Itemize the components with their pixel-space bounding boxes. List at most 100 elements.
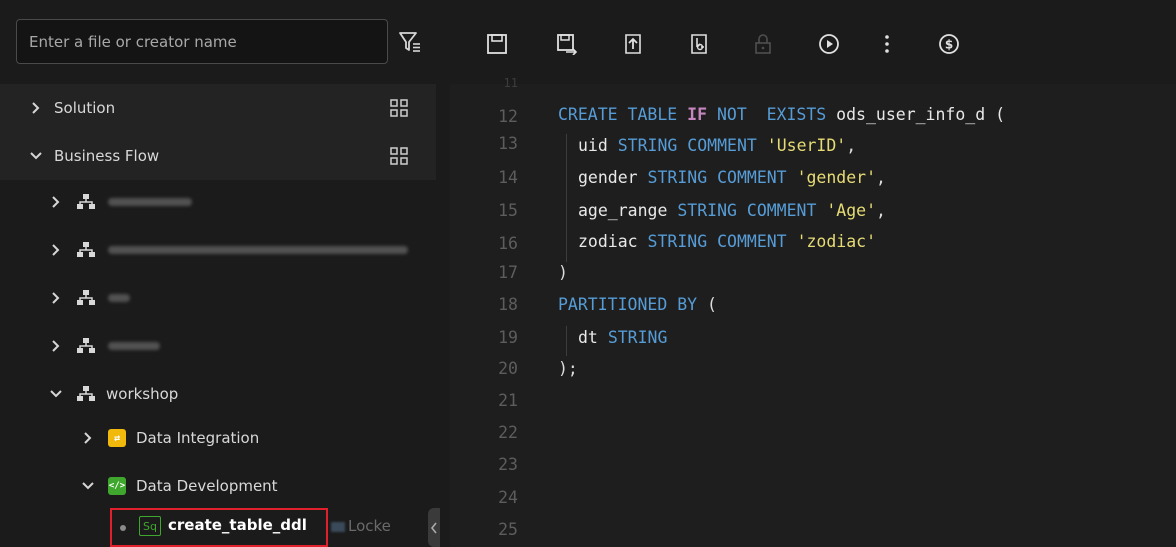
lock-owner-avatar: [331, 522, 345, 532]
line-number: 11: [503, 76, 518, 90]
more-options-icon[interactable]: [876, 33, 898, 55]
code-line: PARTITIONED BY (: [558, 295, 717, 314]
submit-icon[interactable]: [622, 33, 644, 55]
tree-item-flow[interactable]: [0, 178, 436, 226]
save-icon[interactable]: [486, 33, 508, 55]
search-row: [0, 0, 436, 84]
workflow-icon: [77, 242, 95, 257]
blurred-label: [108, 342, 160, 350]
grid-view-icon[interactable]: [389, 98, 409, 118]
keyword: PARTITIONED BY: [558, 295, 708, 314]
tree-item-workshop[interactable]: workshop: [0, 370, 436, 418]
section-label: Business Flow: [54, 147, 160, 165]
chevron-right-icon: [32, 102, 40, 114]
indent-guide: [566, 326, 567, 356]
string-literal: 'zodiac': [796, 232, 877, 251]
node-label: Data Integration: [136, 429, 260, 447]
run-icon[interactable]: [818, 33, 840, 55]
chevron-down-icon: [30, 152, 42, 160]
chevron-down-icon: [50, 390, 62, 398]
chevron-right-icon: [52, 244, 60, 256]
punctuation: );: [558, 359, 578, 378]
workflow-icon: [77, 338, 95, 353]
keyword: STRING COMMENT: [617, 136, 767, 155]
section-label: Solution: [54, 99, 116, 117]
code-line: gender STRING COMMENT 'gender',: [578, 168, 886, 187]
code-area[interactable]: 11 12 13 14 15 16 17 18 19 20 21 22 23 2…: [450, 76, 1176, 547]
line-number: 24: [498, 488, 518, 507]
punctuation: (: [707, 295, 717, 314]
collapse-sidebar-handle[interactable]: [428, 508, 440, 547]
chevron-right-icon: [52, 196, 60, 208]
tree-section-business-flow[interactable]: Business Flow: [0, 132, 436, 180]
keyword: STRING COMMENT: [647, 168, 797, 187]
string-literal: 'Age': [826, 201, 877, 220]
svg-text:$: $: [945, 38, 953, 52]
tree-item-data-development[interactable]: </> Data Development: [0, 462, 436, 510]
string-literal: 'gender': [796, 168, 877, 187]
lock-status-text: Locke: [348, 517, 391, 535]
node-label: Data Development: [136, 477, 278, 495]
code-line: age_range STRING COMMENT 'Age',: [578, 201, 886, 220]
identifier: zodiac: [578, 232, 648, 251]
line-number: 12: [498, 107, 518, 126]
chevron-right-icon: [52, 292, 60, 304]
grid-view-icon[interactable]: [389, 146, 409, 166]
chevron-right-icon: [84, 432, 92, 444]
file-tree-panel: Solution Business Flow: [0, 0, 440, 547]
line-number: 18: [498, 295, 518, 314]
search-input[interactable]: [17, 20, 357, 63]
identifier: gender: [578, 168, 648, 187]
line-number: 21: [498, 391, 518, 410]
keyword: IF: [687, 105, 708, 124]
punctuation: ,: [876, 168, 886, 187]
keyword: CREATE TABLE: [558, 105, 688, 124]
tree-item-flow[interactable]: [0, 226, 436, 274]
tree-item-flow[interactable]: [0, 322, 436, 370]
blurred-label: [108, 246, 408, 254]
identifier: age_range: [578, 201, 678, 220]
workflow-icon: [77, 290, 95, 305]
chevron-left-icon: [430, 522, 437, 533]
data-integration-icon: ⇄: [108, 429, 126, 447]
cost-estimate-icon[interactable]: $: [938, 33, 960, 55]
tree-item-flow[interactable]: [0, 274, 436, 322]
line-number: 13: [498, 134, 518, 153]
tree-section-solution[interactable]: Solution: [0, 84, 436, 132]
workflow-icon: [77, 386, 95, 401]
punctuation: ): [558, 263, 568, 282]
line-number: 22: [498, 423, 518, 442]
code-line: zodiac STRING COMMENT 'zodiac': [578, 232, 876, 251]
filter-icon[interactable]: [398, 30, 422, 54]
keyword: NOT EXISTS: [707, 105, 837, 124]
tree-item-data-integration[interactable]: ⇄ Data Integration: [0, 414, 436, 462]
keyword: STRING COMMENT: [677, 201, 827, 220]
save-as-icon[interactable]: [556, 33, 578, 55]
search-box[interactable]: [16, 19, 388, 64]
string-literal: 'UserID': [766, 136, 847, 155]
line-number: 25: [498, 520, 518, 539]
workshop-label: workshop: [106, 385, 179, 403]
deploy-icon[interactable]: [688, 33, 710, 55]
line-number: 15: [498, 201, 518, 220]
chevron-down-icon: [82, 482, 94, 490]
line-number: 16: [498, 234, 518, 253]
selection-highlight: [110, 508, 328, 547]
chevron-right-icon: [52, 340, 60, 352]
punctuation: ,: [876, 201, 886, 220]
code-line: uid STRING COMMENT 'UserID',: [578, 136, 856, 155]
keyword: STRING COMMENT: [647, 232, 797, 251]
code-icon: </>: [108, 477, 126, 495]
line-number: 20: [498, 359, 518, 378]
blurred-label: [108, 294, 130, 302]
punctuation: ,: [846, 136, 857, 155]
code-line: CREATE TABLE IF NOT EXISTS ods_user_info…: [558, 105, 1005, 124]
code-line: ): [558, 263, 568, 282]
indent-guide: [566, 134, 567, 262]
code-editor[interactable]: $ 11 12 13 14 15 16 17 18 19 20 21 22 23…: [450, 0, 1176, 547]
code-line: );: [558, 359, 578, 378]
lock-icon: [755, 34, 771, 54]
line-number: 17: [498, 263, 518, 282]
editor-toolbar: $: [450, 0, 1176, 84]
line-number: 23: [498, 455, 518, 474]
